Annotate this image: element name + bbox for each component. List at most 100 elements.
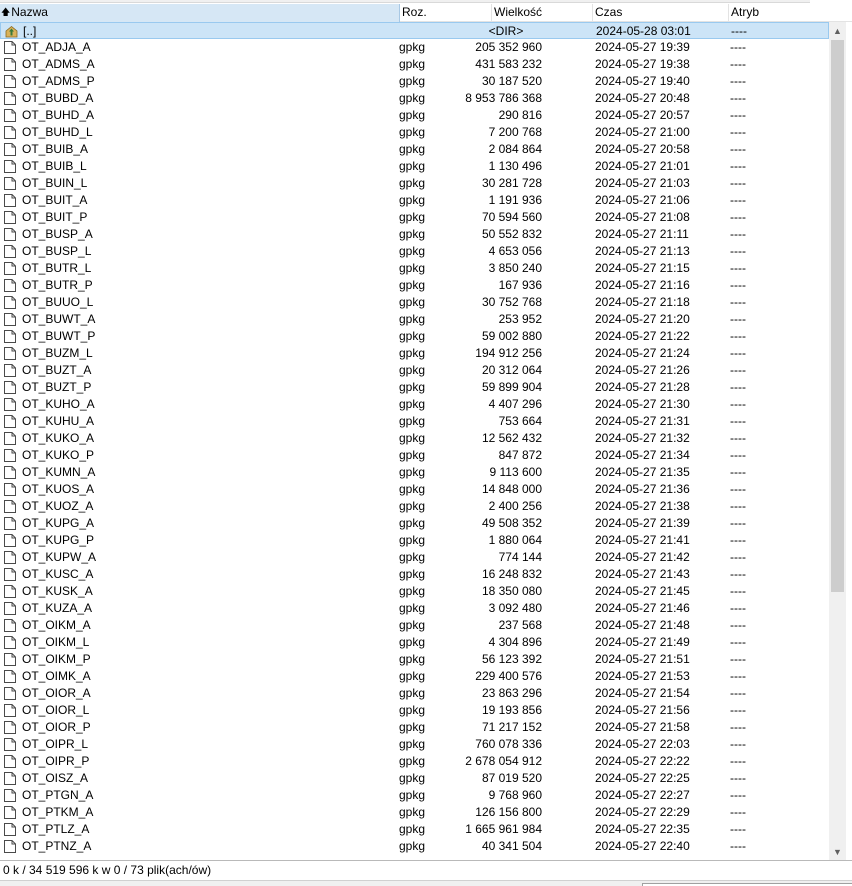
file-row[interactable]: OT_OIKM_P gpkg 56 123 392 2024-05-27 21:51-… [0, 651, 829, 668]
file-row[interactable]: OT_ADMS_A gpkg 431 583 232 2024-05-27 19:38… [0, 56, 829, 73]
file-icon [4, 160, 16, 173]
file-icon [4, 466, 16, 479]
file-row[interactable]: OT_OIPR_P gpkg 2 678 054 912 2024-05-27 22:… [0, 753, 829, 770]
file-row[interactable]: OT_BUZT_P gpkg 59 899 904 2024-05-27 21:28-… [0, 379, 829, 396]
file-row[interactable]: OT_OIKM_A gpkg 237 568 2024-05-27 21:48 ---- [0, 617, 829, 634]
file-row[interactable]: OT_PTLZ_A gpkg 1 665 961 984 2024-05-27 22:… [0, 821, 829, 838]
file-attr: ---- [730, 822, 746, 836]
file-icon [4, 772, 16, 785]
file-row[interactable]: OT_OIPR_L gpkg 760 078 336 2024-05-27 22:03… [0, 736, 829, 753]
file-row[interactable]: OT_OISZ_A gpkg 87 019 520 2024-05-27 22:25-… [0, 770, 829, 787]
file-row[interactable]: OT_BUSP_A gpkg 50 552 832 2024-05-27 21:11-… [0, 226, 829, 243]
file-time: 2024-05-27 21:30 [595, 397, 690, 411]
file-row[interactable]: OT_BUTR_P gpkg 167 936 2024-05-27 21:16 ---- [0, 277, 829, 294]
file-time: 2024-05-27 21:35 [595, 465, 690, 479]
file-size: 16 248 832 [481, 567, 542, 581]
scroll-up-button[interactable]: ▲ [829, 22, 846, 39]
file-row[interactable]: OT_KUHU_A gpkg 753 664 2024-05-27 21:31 ---- [0, 413, 829, 430]
file-row[interactable]: OT_BUSP_L gpkg 4 653 056 2024-05-27 21:13 --… [0, 243, 829, 260]
file-name: OT_ADJA_A [22, 40, 91, 54]
file-attr: ---- [730, 125, 746, 139]
file-row[interactable]: OT_OIOR_L gpkg 19 193 856 2024-05-27 21:56-… [0, 702, 829, 719]
file-row[interactable]: OT_KUMN_A gpkg 9 113 600 2024-05-27 21:35 --… [0, 464, 829, 481]
file-name: OT_OIKM_P [22, 652, 91, 666]
file-row[interactable]: OT_ADJA_A gpkg 205 352 960 2024-05-27 19:39… [0, 39, 829, 56]
file-time: 2024-05-27 21:03 [595, 176, 690, 190]
file-size: 30 752 768 [481, 295, 542, 309]
file-row[interactable]: OT_OIOR_P gpkg 71 217 152 2024-05-27 21:58-… [0, 719, 829, 736]
vertical-scrollbar[interactable]: ▲ ▼ [829, 22, 846, 860]
file-size: 23 863 296 [481, 686, 542, 700]
file-row[interactable]: OT_BUZM_L gpkg 194 912 256 2024-05-27 21:24… [0, 345, 829, 362]
file-row[interactable]: OT_BUHD_L gpkg 7 200 768 2024-05-27 21:00 --… [0, 124, 829, 141]
file-row[interactable]: OT_PTNZ_A gpkg 40 341 504 2024-05-27 22:40-… [0, 838, 829, 855]
file-row[interactable]: OT_BUHD_A gpkg 290 816 2024-05-27 20:57 ---- [0, 107, 829, 124]
file-list[interactable]: [..] <DIR> 2024-05-28 03:01 ---- OT_ADJA… [0, 22, 829, 860]
file-time: 2024-05-27 21:34 [595, 448, 690, 462]
file-size: 14 848 000 [481, 482, 542, 496]
file-icon [4, 687, 16, 700]
file-row[interactable]: OT_BUWT_P gpkg 59 002 880 2024-05-27 21:22-… [0, 328, 829, 345]
file-row[interactable]: OT_BUIB_A gpkg 2 084 864 2024-05-27 20:58 --… [0, 141, 829, 158]
file-name: OT_KUPG_P [22, 533, 95, 547]
file-name: OT_BUIN_L [22, 176, 88, 190]
file-icon [4, 789, 16, 802]
file-row[interactable]: OT_BUIB_L gpkg 1 130 496 2024-05-27 21:01 --… [0, 158, 829, 175]
file-row[interactable]: OT_KUSC_A gpkg 16 248 832 2024-05-27 21:43-… [0, 566, 829, 583]
column-header-attr[interactable]: Atryb [729, 4, 852, 22]
file-time: 2024-05-27 21:32 [595, 431, 690, 445]
file-row[interactable]: OT_OIKM_L gpkg 4 304 896 2024-05-27 21:49 --… [0, 634, 829, 651]
file-size: 2 084 864 [488, 142, 542, 156]
file-row[interactable]: OT_KUPG_P gpkg 1 880 064 2024-05-27 21:41 --… [0, 532, 829, 549]
file-icon [4, 449, 16, 462]
file-icon [4, 177, 16, 190]
file-row[interactable]: OT_PTGN_A gpkg 9 768 960 2024-05-27 22:27 --… [0, 787, 829, 804]
file-row[interactable]: OT_BUBD_A gpkg 8 953 786 368 2024-05-27 20:… [0, 90, 829, 107]
file-attr: ---- [730, 584, 746, 598]
parent-dir-row[interactable]: [..] <DIR> 2024-05-28 03:01 ---- [0, 22, 829, 39]
file-row[interactable]: OT_BUTR_L gpkg 3 850 240 2024-05-27 21:15 --… [0, 260, 829, 277]
file-name: OT_OIPR_L [22, 737, 89, 751]
column-header-ext[interactable]: Roz. [400, 4, 492, 22]
file-row[interactable]: OT_OIOR_A gpkg 23 863 296 2024-05-27 21:54-… [0, 685, 829, 702]
column-header-size[interactable]: Wielkość [492, 4, 593, 22]
file-row[interactable]: OT_BUIT_P gpkg 70 594 560 2024-05-27 21:08-… [0, 209, 829, 226]
file-row[interactable]: OT_OIMK_A gpkg 229 400 576 2024-05-27 21:53… [0, 668, 829, 685]
file-icon [4, 721, 16, 734]
scroll-thumb[interactable] [831, 40, 844, 592]
file-row[interactable]: OT_PTKM_A gpkg 126 156 800 2024-05-27 22:29… [0, 804, 829, 821]
file-attr: ---- [730, 176, 746, 190]
file-time: 2024-05-27 21:54 [595, 686, 690, 700]
file-row[interactable]: OT_KUSK_A gpkg 18 350 080 2024-05-27 21:45-… [0, 583, 829, 600]
file-row[interactable]: OT_KUOS_A gpkg 14 848 000 2024-05-27 21:36-… [0, 481, 829, 498]
file-time: 2024-05-27 21:39 [595, 516, 690, 530]
file-size: 1 191 936 [488, 193, 542, 207]
file-row[interactable]: OT_KUPW_A gpkg 774 144 2024-05-27 21:42 ---- [0, 549, 829, 566]
file-time: 2024-05-27 21:11 [595, 227, 689, 241]
file-row[interactable]: OT_BUIT_A gpkg 1 191 936 2024-05-27 21:06 --… [0, 192, 829, 209]
file-row[interactable]: OT_BUWT_A gpkg 253 952 2024-05-27 21:20 ---- [0, 311, 829, 328]
file-row[interactable]: OT_KUKO_A gpkg 12 562 432 2024-05-27 21:32-… [0, 430, 829, 447]
file-row[interactable]: OT_BUUO_L gpkg 30 752 768 2024-05-27 21:18-… [0, 294, 829, 311]
file-row[interactable]: OT_KUPG_A gpkg 49 508 352 2024-05-27 21:39-… [0, 515, 829, 532]
column-header-name[interactable]: 🡅Nazwa [0, 4, 400, 22]
file-time: 2024-05-27 21:53 [595, 669, 690, 683]
column-header-time[interactable]: Czas [593, 4, 729, 22]
file-row[interactable]: OT_KUKO_P gpkg 847 872 2024-05-27 21:34 ---- [0, 447, 829, 464]
file-attr: ---- [730, 550, 746, 564]
scroll-down-button[interactable]: ▼ [829, 843, 846, 860]
file-row[interactable]: OT_KUOZ_A gpkg 2 400 256 2024-05-27 21:38 --… [0, 498, 829, 515]
file-attr: ---- [730, 142, 746, 156]
file-time: 2024-05-27 21:42 [595, 550, 690, 564]
file-size: 40 341 504 [481, 839, 542, 853]
column-header: 🡅Nazwa Roz. Wielkość Czas Atryb [0, 4, 852, 22]
file-row[interactable]: OT_KUZA_A gpkg 3 092 480 2024-05-27 21:46 --… [0, 600, 829, 617]
file-row[interactable]: OT_ADMS_P gpkg 30 187 520 2024-05-27 19:40-… [0, 73, 829, 90]
file-row[interactable]: OT_KUHO_A gpkg 4 407 296 2024-05-27 21:30 --… [0, 396, 829, 413]
file-row[interactable]: OT_BUIN_L gpkg 30 281 728 2024-05-27 21:03-… [0, 175, 829, 192]
file-name: OT_OIMK_A [22, 669, 91, 683]
file-size: 3 092 480 [488, 601, 542, 615]
file-row[interactable]: OT_BUZT_A gpkg 20 312 064 2024-05-27 21:26-… [0, 362, 829, 379]
file-name: OT_KUPG_A [22, 516, 95, 530]
file-icon [4, 347, 16, 360]
